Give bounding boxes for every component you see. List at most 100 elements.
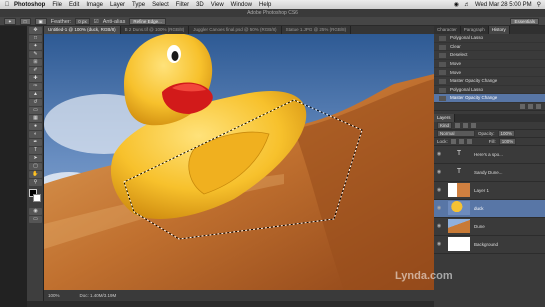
history-item[interactable]: Deselect (434, 51, 545, 60)
feather-input[interactable]: 0 px (75, 18, 90, 25)
eye-icon[interactable]: ◉ (434, 169, 444, 175)
tab-character[interactable]: Character (434, 26, 461, 34)
menu-3d[interactable]: 3D (196, 2, 204, 8)
brush-tool-icon[interactable]: ✑ (29, 83, 42, 90)
layer-row[interactable]: ◉ Dune (434, 218, 545, 236)
new-snapshot-icon[interactable] (520, 103, 525, 109)
filter-pixel-icon[interactable] (455, 122, 461, 128)
menu-edit[interactable]: Edit (69, 2, 79, 8)
filter-adjust-icon[interactable] (463, 122, 469, 128)
color-swatches[interactable] (29, 189, 41, 205)
tab-layers[interactable]: Layers (434, 113, 455, 122)
menu-view[interactable]: View (211, 2, 224, 8)
window-title: Adobe Photoshop CS6 (0, 9, 545, 17)
layer-kind-select[interactable]: Kind (437, 121, 453, 129)
shape-tool-icon[interactable]: ▢ (29, 163, 42, 170)
history-brush-tool-icon[interactable]: ↺ (29, 99, 42, 106)
menu-image[interactable]: Image (86, 2, 103, 8)
filter-type-icon[interactable] (471, 122, 477, 128)
gradient-tool-icon[interactable]: ▦ (29, 115, 42, 122)
tab-juggler[interactable]: Juggler Canoes final.psd @ 50% (RGB/8) (189, 26, 282, 34)
tab-statue[interactable]: Statue 1.JPG @ 25% (RGB/8) (282, 26, 352, 34)
history-item[interactable]: Move (434, 68, 545, 77)
tab-duns[interactable]: B 2 Duns.tif @ 100% (RGB/8) (121, 26, 190, 34)
menu-select[interactable]: Select (152, 2, 169, 8)
antialias-checkbox[interactable]: ☑ (94, 19, 99, 25)
hand-tool-icon[interactable]: ✋ (29, 171, 42, 178)
history-item[interactable]: Move (434, 60, 545, 69)
history-item[interactable]: Polygonal Lasso (434, 86, 545, 95)
document-canvas[interactable] (44, 34, 434, 290)
layer-name[interactable]: Layer 1 (474, 188, 489, 193)
lasso-tool-icon[interactable]: ✦ (29, 43, 42, 50)
refine-edge-button[interactable]: Refine Edge... (129, 18, 166, 25)
opacity-input[interactable]: 100% (497, 129, 516, 137)
layer-row[interactable]: ◉ T Here's a spo... (434, 146, 545, 164)
fill-input[interactable]: 100% (498, 137, 517, 145)
layer-name[interactable]: Background (474, 242, 498, 247)
eye-icon[interactable]: ◉ (434, 187, 444, 193)
lock-position-icon[interactable] (458, 138, 464, 144)
type-tool-icon[interactable]: T (29, 147, 42, 154)
menu-help[interactable]: Help (259, 2, 271, 8)
path-select-tool-icon[interactable]: ➤ (29, 155, 42, 162)
canvas-artwork[interactable] (44, 34, 434, 290)
tab-paragraph[interactable]: Paragraph (461, 26, 489, 34)
quick-mask-icon[interactable]: ◉ (29, 208, 42, 215)
menu-layer[interactable]: Layer (110, 2, 125, 8)
menu-file[interactable]: File (52, 2, 62, 8)
background-color-swatch[interactable] (33, 194, 41, 202)
move-tool-icon[interactable]: ✥ (29, 27, 42, 34)
clone-stamp-tool-icon[interactable]: ▲ (29, 91, 42, 98)
layer-name[interactable]: Sandy Dune... (474, 170, 503, 175)
menu-window[interactable]: Window (231, 2, 252, 8)
app-menu[interactable]: Photoshop (14, 2, 45, 8)
lock-pixels-icon[interactable] (450, 138, 456, 144)
screen-mode-icon[interactable]: ▭ (29, 216, 42, 223)
layer-name[interactable]: Dune (474, 224, 485, 229)
lasso-tool-preset-icon[interactable]: ✦ (4, 18, 16, 25)
eye-icon[interactable]: ◉ (434, 151, 444, 157)
menu-filter[interactable]: Filter (176, 2, 189, 8)
zoom-level[interactable]: 100% (48, 293, 60, 298)
apple-icon[interactable]:  (0, 2, 14, 8)
marquee-tool-icon[interactable]: □ (29, 35, 42, 42)
eye-icon[interactable]: ◉ (434, 205, 444, 211)
healing-brush-tool-icon[interactable]: ✚ (29, 75, 42, 82)
layer-name[interactable]: Here's a spo... (474, 152, 503, 157)
layer-row-selected[interactable]: ◉ duck (434, 199, 545, 218)
lock-all-icon[interactable] (466, 138, 472, 144)
history-item[interactable]: Master Opacity Change (434, 77, 545, 86)
selection-mode-add-icon[interactable]: ▣ (34, 18, 47, 25)
eye-icon[interactable]: ◉ (434, 223, 444, 229)
pen-tool-icon[interactable]: ✒ (29, 139, 42, 146)
tab-history[interactable]: History (488, 26, 510, 34)
zoom-tool-icon[interactable]: ⚲ (29, 179, 42, 186)
eyedropper-tool-icon[interactable]: ✐ (29, 67, 42, 74)
new-document-icon[interactable] (528, 103, 533, 109)
eraser-tool-icon[interactable]: ▭ (29, 107, 42, 114)
trash-icon[interactable] (536, 103, 541, 109)
crop-tool-icon[interactable]: ⊞ (29, 59, 42, 66)
history-item-selected[interactable]: Master Opacity Change (434, 94, 545, 103)
selection-mode-new-icon[interactable]: □ (19, 18, 31, 25)
layer-row[interactable]: ◉ Background (434, 236, 545, 254)
layer-name[interactable]: duck (474, 206, 484, 211)
history-item[interactable]: Polygonal Lasso (434, 34, 545, 43)
quick-select-tool-icon[interactable]: ✎ (29, 51, 42, 58)
blend-mode-select[interactable]: Normal (437, 129, 475, 137)
menu-type[interactable]: Type (132, 2, 145, 8)
wifi-icon[interactable]: ◉ (454, 1, 459, 8)
layer-row[interactable]: ◉ Layer 1 (434, 182, 545, 200)
blur-tool-icon[interactable]: ● (29, 123, 42, 130)
layer-row[interactable]: ◉ T Sandy Dune... (434, 164, 545, 182)
dodge-tool-icon[interactable]: ◐ (29, 131, 42, 138)
tab-untitled-1[interactable]: Untitled-1 @ 100% (duck, RGB/8) (44, 26, 121, 34)
volume-icon[interactable]: ♬ (464, 2, 470, 8)
workspace-select[interactable]: Essentials (510, 18, 539, 25)
history-item[interactable]: Clear (434, 43, 545, 52)
search-icon[interactable]: ⚲ (537, 1, 541, 8)
clock[interactable]: Wed Mar 28 5:00 PM (475, 2, 532, 8)
eye-icon[interactable]: ◉ (434, 241, 444, 247)
doc-size[interactable]: Doc: 1.40M/3.19M (80, 293, 117, 298)
